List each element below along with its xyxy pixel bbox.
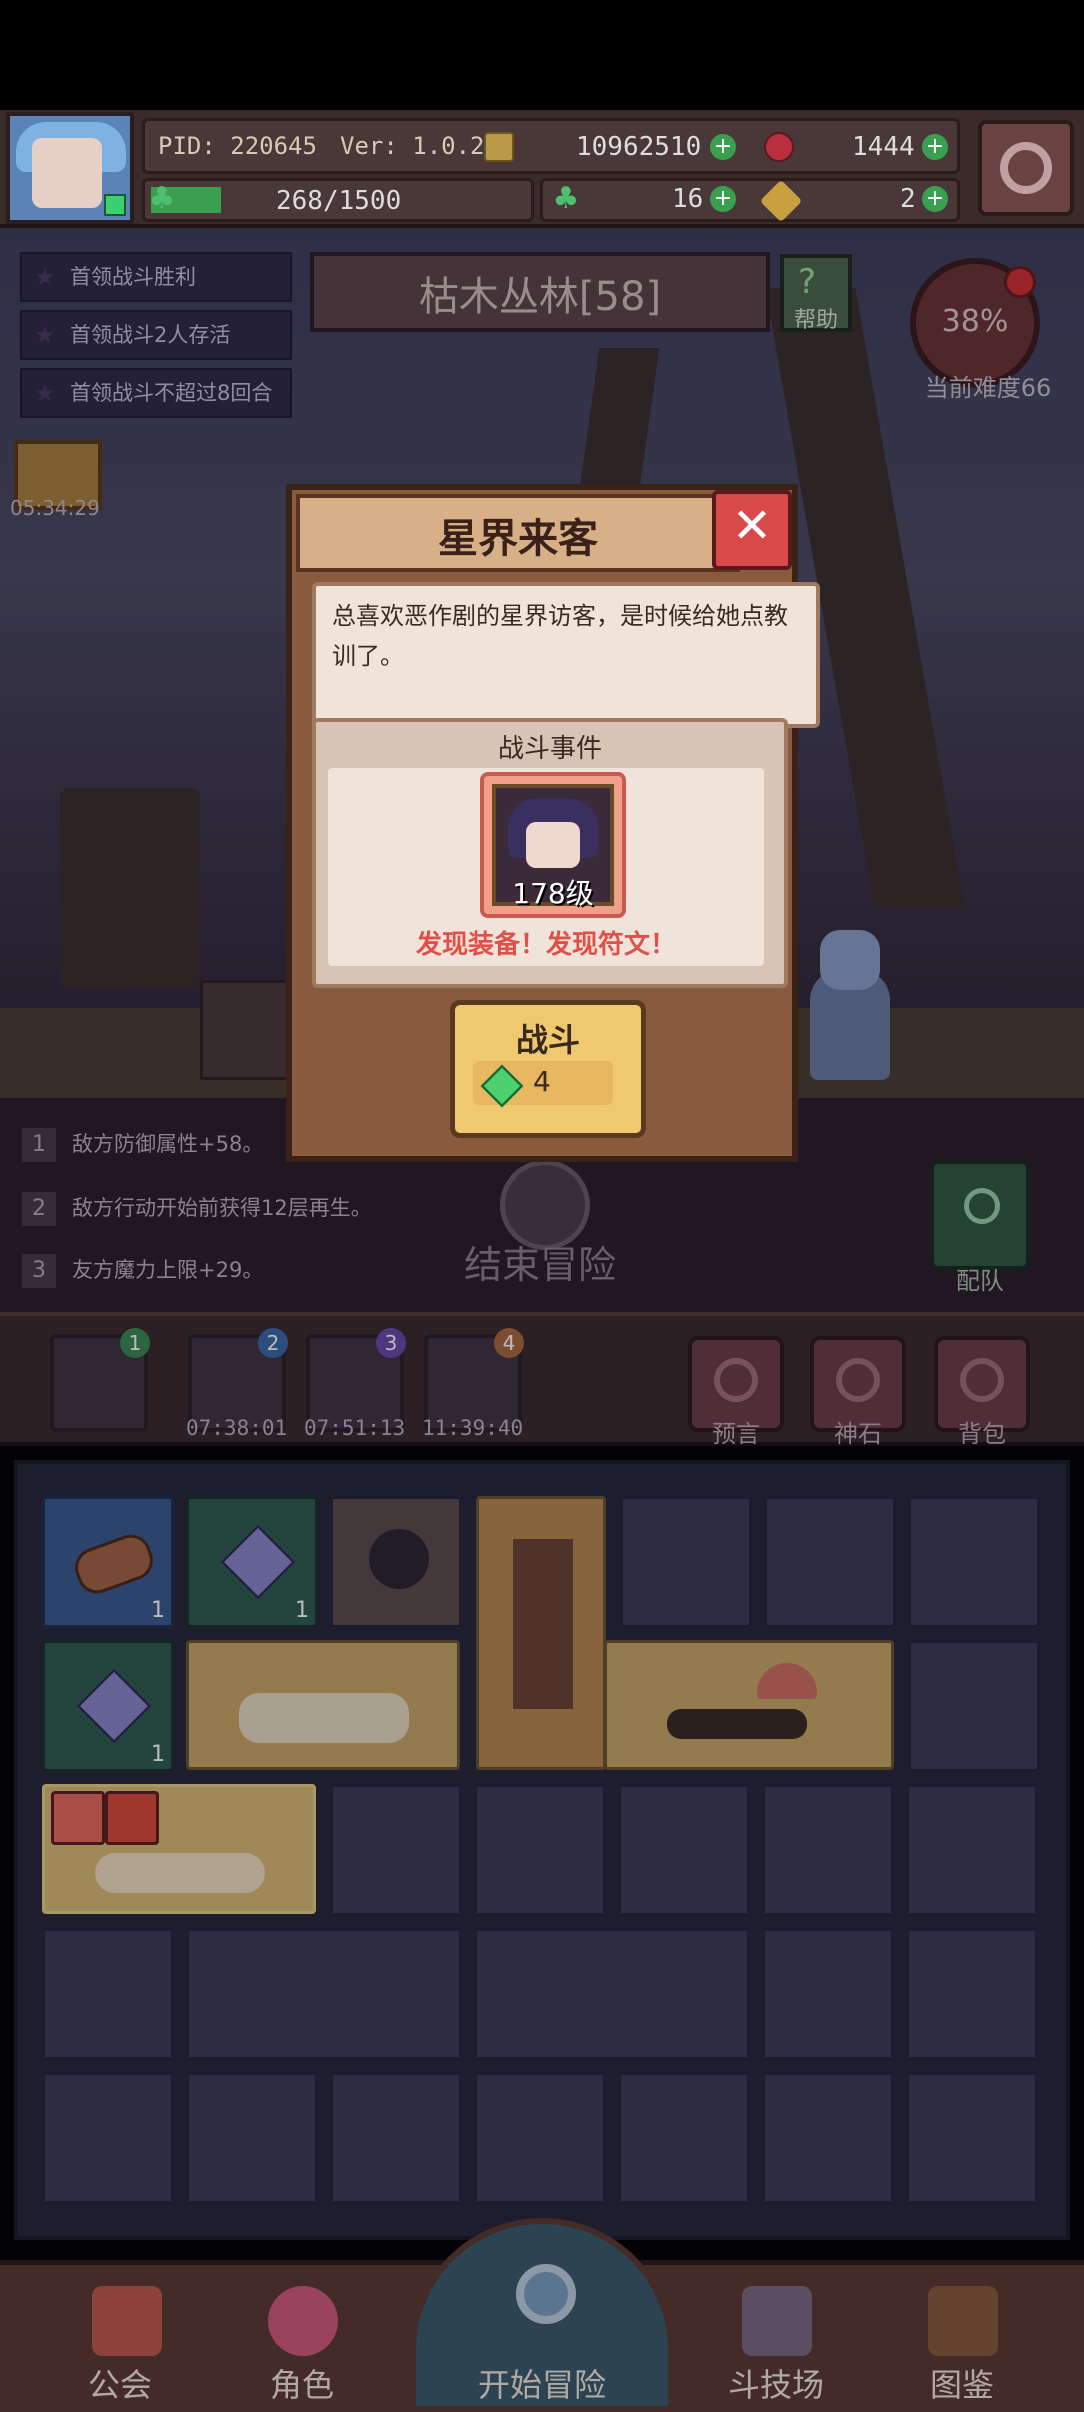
fight-button[interactable]: 战斗 4 (450, 1000, 646, 1138)
event-dialog: 星界来客 ✕ 总喜欢恶作剧的星界访客，是时候给她点教训了。 战斗事件 178级 … (286, 484, 820, 1162)
enemy-portrait[interactable]: 178级 (480, 772, 626, 918)
avatar-gem-icon (104, 194, 126, 216)
fight-cost-value: 4 (533, 1065, 551, 1098)
event-box: 战斗事件 178级 发现装备！发现符文！ (312, 718, 788, 988)
add-gold-button[interactable]: + (710, 134, 736, 160)
ruby-amount: 1444 (852, 132, 915, 162)
add-key-button[interactable]: + (922, 186, 948, 212)
green-gem-icon (480, 1064, 524, 1108)
settings-button[interactable] (978, 120, 1074, 216)
stat-row-2 (540, 178, 960, 222)
add-ruby-button[interactable]: + (922, 134, 948, 160)
reward-hint: 发现装备！发现符文！ (415, 930, 676, 960)
fight-label: 战斗 (515, 1021, 580, 1059)
dialog-description: 总喜欢恶作剧的星界访客，是时候给她点教训了。 (312, 582, 820, 728)
add-clover-button[interactable]: + (710, 186, 736, 212)
close-button[interactable]: ✕ (712, 490, 792, 570)
ruby-icon (764, 132, 794, 162)
stamina-clover-icon: ♣ (148, 181, 176, 216)
enemy-level: 178级 (512, 877, 594, 910)
player-avatar[interactable] (6, 112, 134, 224)
gear-icon (1000, 142, 1052, 194)
event-type-label: 战斗事件 (497, 734, 602, 764)
pid-label: PID: 220645 (158, 132, 317, 160)
clover-amount: 16 (672, 184, 704, 214)
close-icon: ✕ (731, 498, 773, 554)
gold-coin-icon (484, 132, 514, 162)
enemy-face (526, 822, 580, 868)
dialog-titlebar: 星界来客 (296, 494, 740, 572)
status-area (0, 0, 1084, 110)
key-amount: 2 (900, 184, 916, 214)
gold-amount: 10962510 (576, 132, 702, 162)
avatar-face (32, 138, 102, 208)
dialog-title: 星界来客 (438, 516, 598, 562)
fight-cost: 4 (473, 1061, 613, 1108)
event-content: 178级 发现装备！发现符文！ (328, 768, 764, 966)
clover-icon: ♣ (552, 181, 580, 216)
stamina-value: 268/1500 (276, 186, 402, 216)
